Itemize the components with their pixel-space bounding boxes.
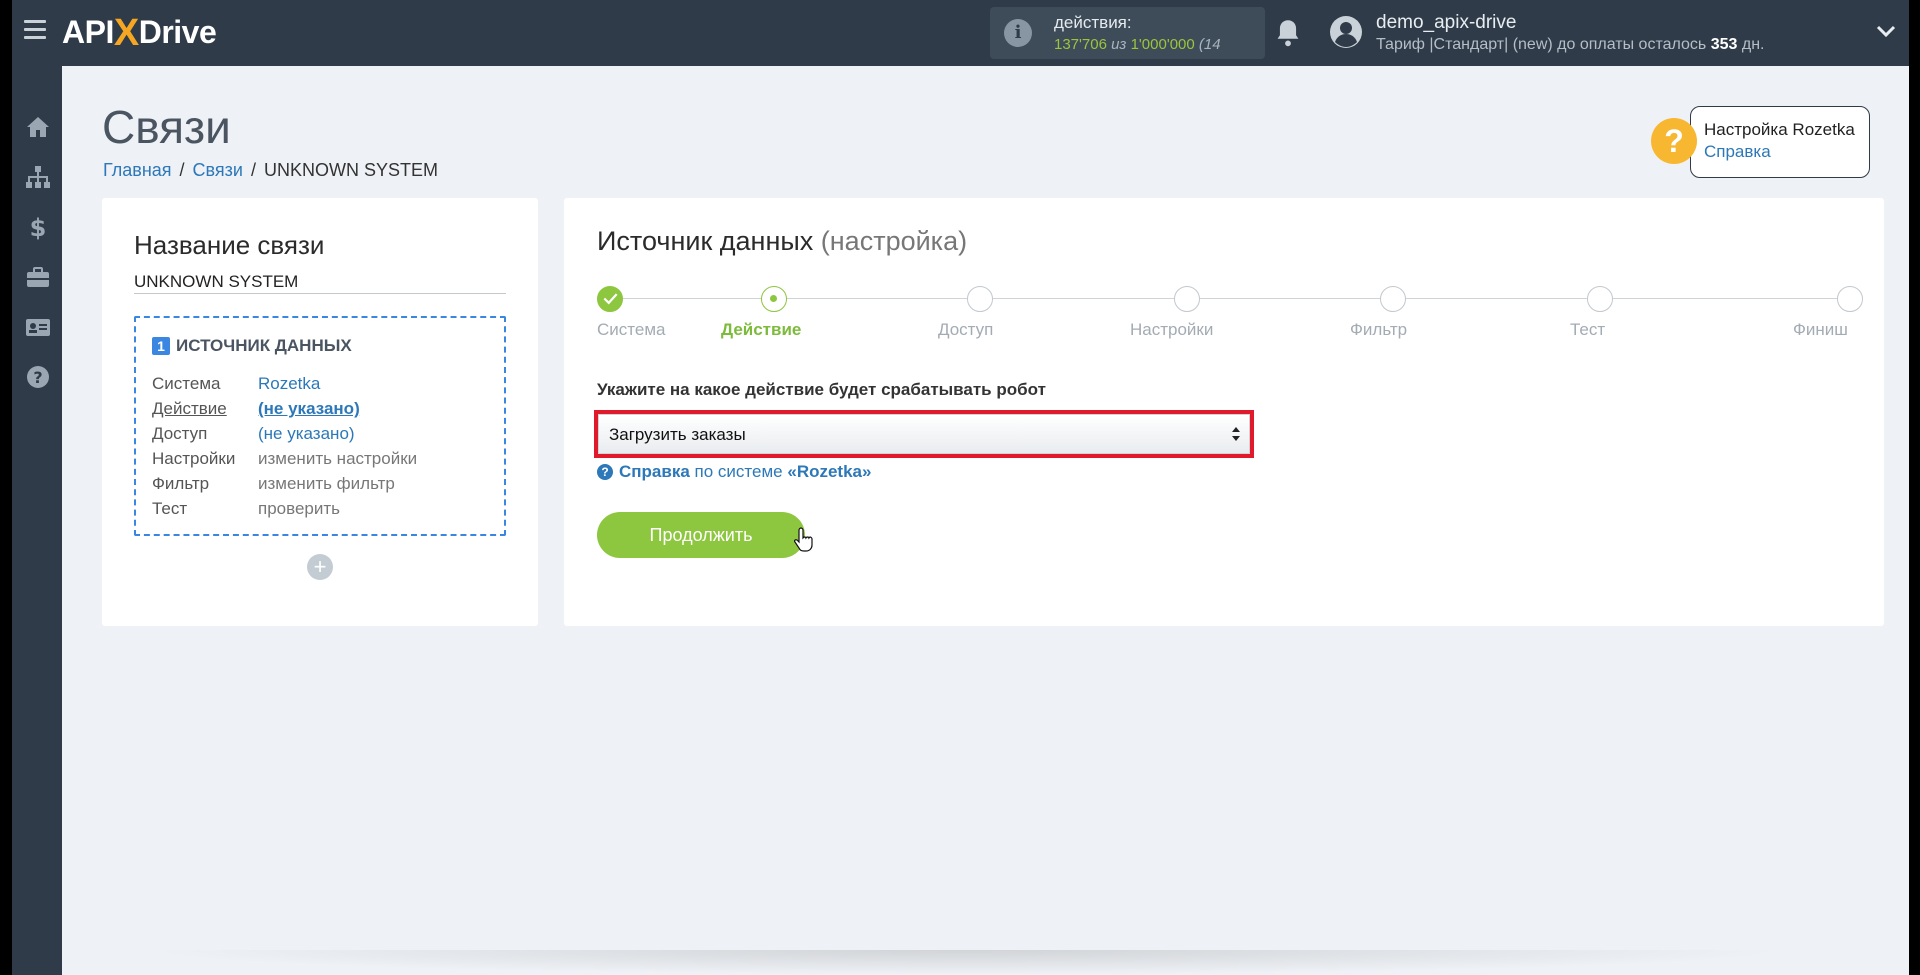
bell-icon[interactable] bbox=[1274, 18, 1302, 48]
progress-steps: Система Действие Доступ Настройки Фильтр… bbox=[597, 286, 1863, 346]
top-bar: APIXDrive i действия: 137'706 из 1'000'0… bbox=[12, 0, 1909, 66]
help-circle-icon: ? bbox=[597, 464, 613, 480]
info-icon: i bbox=[1004, 19, 1032, 47]
check-icon bbox=[597, 286, 623, 312]
home-icon[interactable] bbox=[25, 114, 51, 140]
action-select[interactable]: Загрузить заказы bbox=[598, 414, 1250, 454]
sitemap-icon[interactable] bbox=[25, 164, 51, 190]
breadcrumb: Главная / Связи / UNKNOWN SYSTEM bbox=[103, 160, 438, 180]
bottom-shadow bbox=[142, 950, 1792, 975]
hand-cursor-icon bbox=[794, 527, 813, 552]
svg-text:?: ? bbox=[33, 368, 42, 387]
breadcrumb-connections[interactable]: Связи bbox=[193, 160, 243, 180]
actions-label: действия: bbox=[1054, 13, 1132, 32]
connection-name-field[interactable]: UNKNOWN SYSTEM bbox=[134, 272, 506, 294]
connection-panel: Название связи UNKNOWN SYSTEM 1 ИСТОЧНИК … bbox=[102, 198, 538, 626]
dollar-icon[interactable]: $ bbox=[25, 214, 51, 240]
source-heading: 1 ИСТОЧНИК ДАННЫХ bbox=[152, 336, 352, 356]
page-title: Связи bbox=[102, 101, 231, 153]
breadcrumb-current: UNKNOWN SYSTEM bbox=[263, 160, 438, 180]
logo-text-api: API bbox=[62, 14, 114, 50]
logo-text-drive: Drive bbox=[138, 14, 217, 50]
question-icon[interactable]: ? bbox=[1651, 118, 1697, 164]
source-action-link[interactable]: (не указано) bbox=[258, 399, 360, 418]
source-row-settings: Настройки изменить настройки bbox=[152, 449, 418, 468]
panel-title: Источник данных (настройка) bbox=[597, 226, 968, 256]
svg-text:$: $ bbox=[30, 214, 47, 240]
actions-value: 137'706 из 1'000'000 (14 bbox=[1054, 36, 1221, 53]
user-avatar-icon[interactable] bbox=[1328, 14, 1364, 50]
action-select-value: Загрузить заказы bbox=[609, 425, 746, 444]
action-select-highlight: Загрузить заказы bbox=[594, 410, 1254, 458]
data-source-block[interactable]: 1 ИСТОЧНИК ДАННЫХ Система Rozetka Действие… bbox=[134, 316, 506, 536]
source-row-filter: Фильтр изменить фильтр bbox=[152, 474, 395, 493]
breadcrumb-home[interactable]: Главная bbox=[103, 160, 172, 180]
source-system-link[interactable]: Rozetka bbox=[258, 374, 320, 393]
connection-name-title: Название связи bbox=[134, 230, 325, 260]
sidebar: $ ? bbox=[12, 66, 62, 975]
select-arrows-icon bbox=[1232, 427, 1240, 441]
source-access-link[interactable]: (не указано) bbox=[258, 424, 355, 443]
apix-drive-logo[interactable]: APIXDrive bbox=[62, 10, 217, 54]
briefcase-icon[interactable] bbox=[25, 264, 51, 290]
action-question-label: Укажите на какое действие будет срабатыв… bbox=[597, 380, 1046, 399]
help-icon[interactable]: ? bbox=[25, 364, 51, 390]
tariff-info: Тариф |Стандарт| (new) до оплаты осталос… bbox=[1376, 36, 1765, 53]
source-settings-panel: Источник данных (настройка) Система Дейс… bbox=[564, 198, 1884, 626]
menu-icon[interactable] bbox=[24, 20, 46, 44]
source-filter-link[interactable]: изменить фильтр bbox=[258, 474, 395, 493]
chevron-down-icon[interactable] bbox=[1876, 24, 1896, 38]
source-test-link[interactable]: проверить bbox=[258, 499, 340, 518]
source-row-test: Тест проверить bbox=[152, 499, 341, 518]
actions-counter[interactable]: i действия: 137'706 из 1'000'000 (14 bbox=[990, 7, 1265, 59]
source-row-system: Система Rozetka bbox=[152, 374, 321, 393]
add-block-button[interactable]: + bbox=[307, 554, 333, 580]
id-card-icon[interactable] bbox=[25, 314, 51, 340]
source-settings-link[interactable]: изменить настройки bbox=[258, 449, 417, 468]
app-frame: APIXDrive i действия: 137'706 из 1'000'0… bbox=[12, 0, 1909, 975]
user-name[interactable]: demo_apix-drive bbox=[1376, 12, 1516, 34]
system-help-link[interactable]: ? Справка по системе «Rozetka» bbox=[597, 462, 871, 482]
logo-text-x: X bbox=[113, 12, 139, 54]
source-row-access: Доступ (не указано) bbox=[152, 424, 355, 443]
source-row-action: Действие (не указано) bbox=[152, 399, 360, 418]
help-link[interactable]: Справка bbox=[1704, 142, 1771, 162]
continue-button[interactable]: Продолжить bbox=[597, 512, 805, 558]
help-title: Настройка Rozetka bbox=[1704, 120, 1855, 139]
